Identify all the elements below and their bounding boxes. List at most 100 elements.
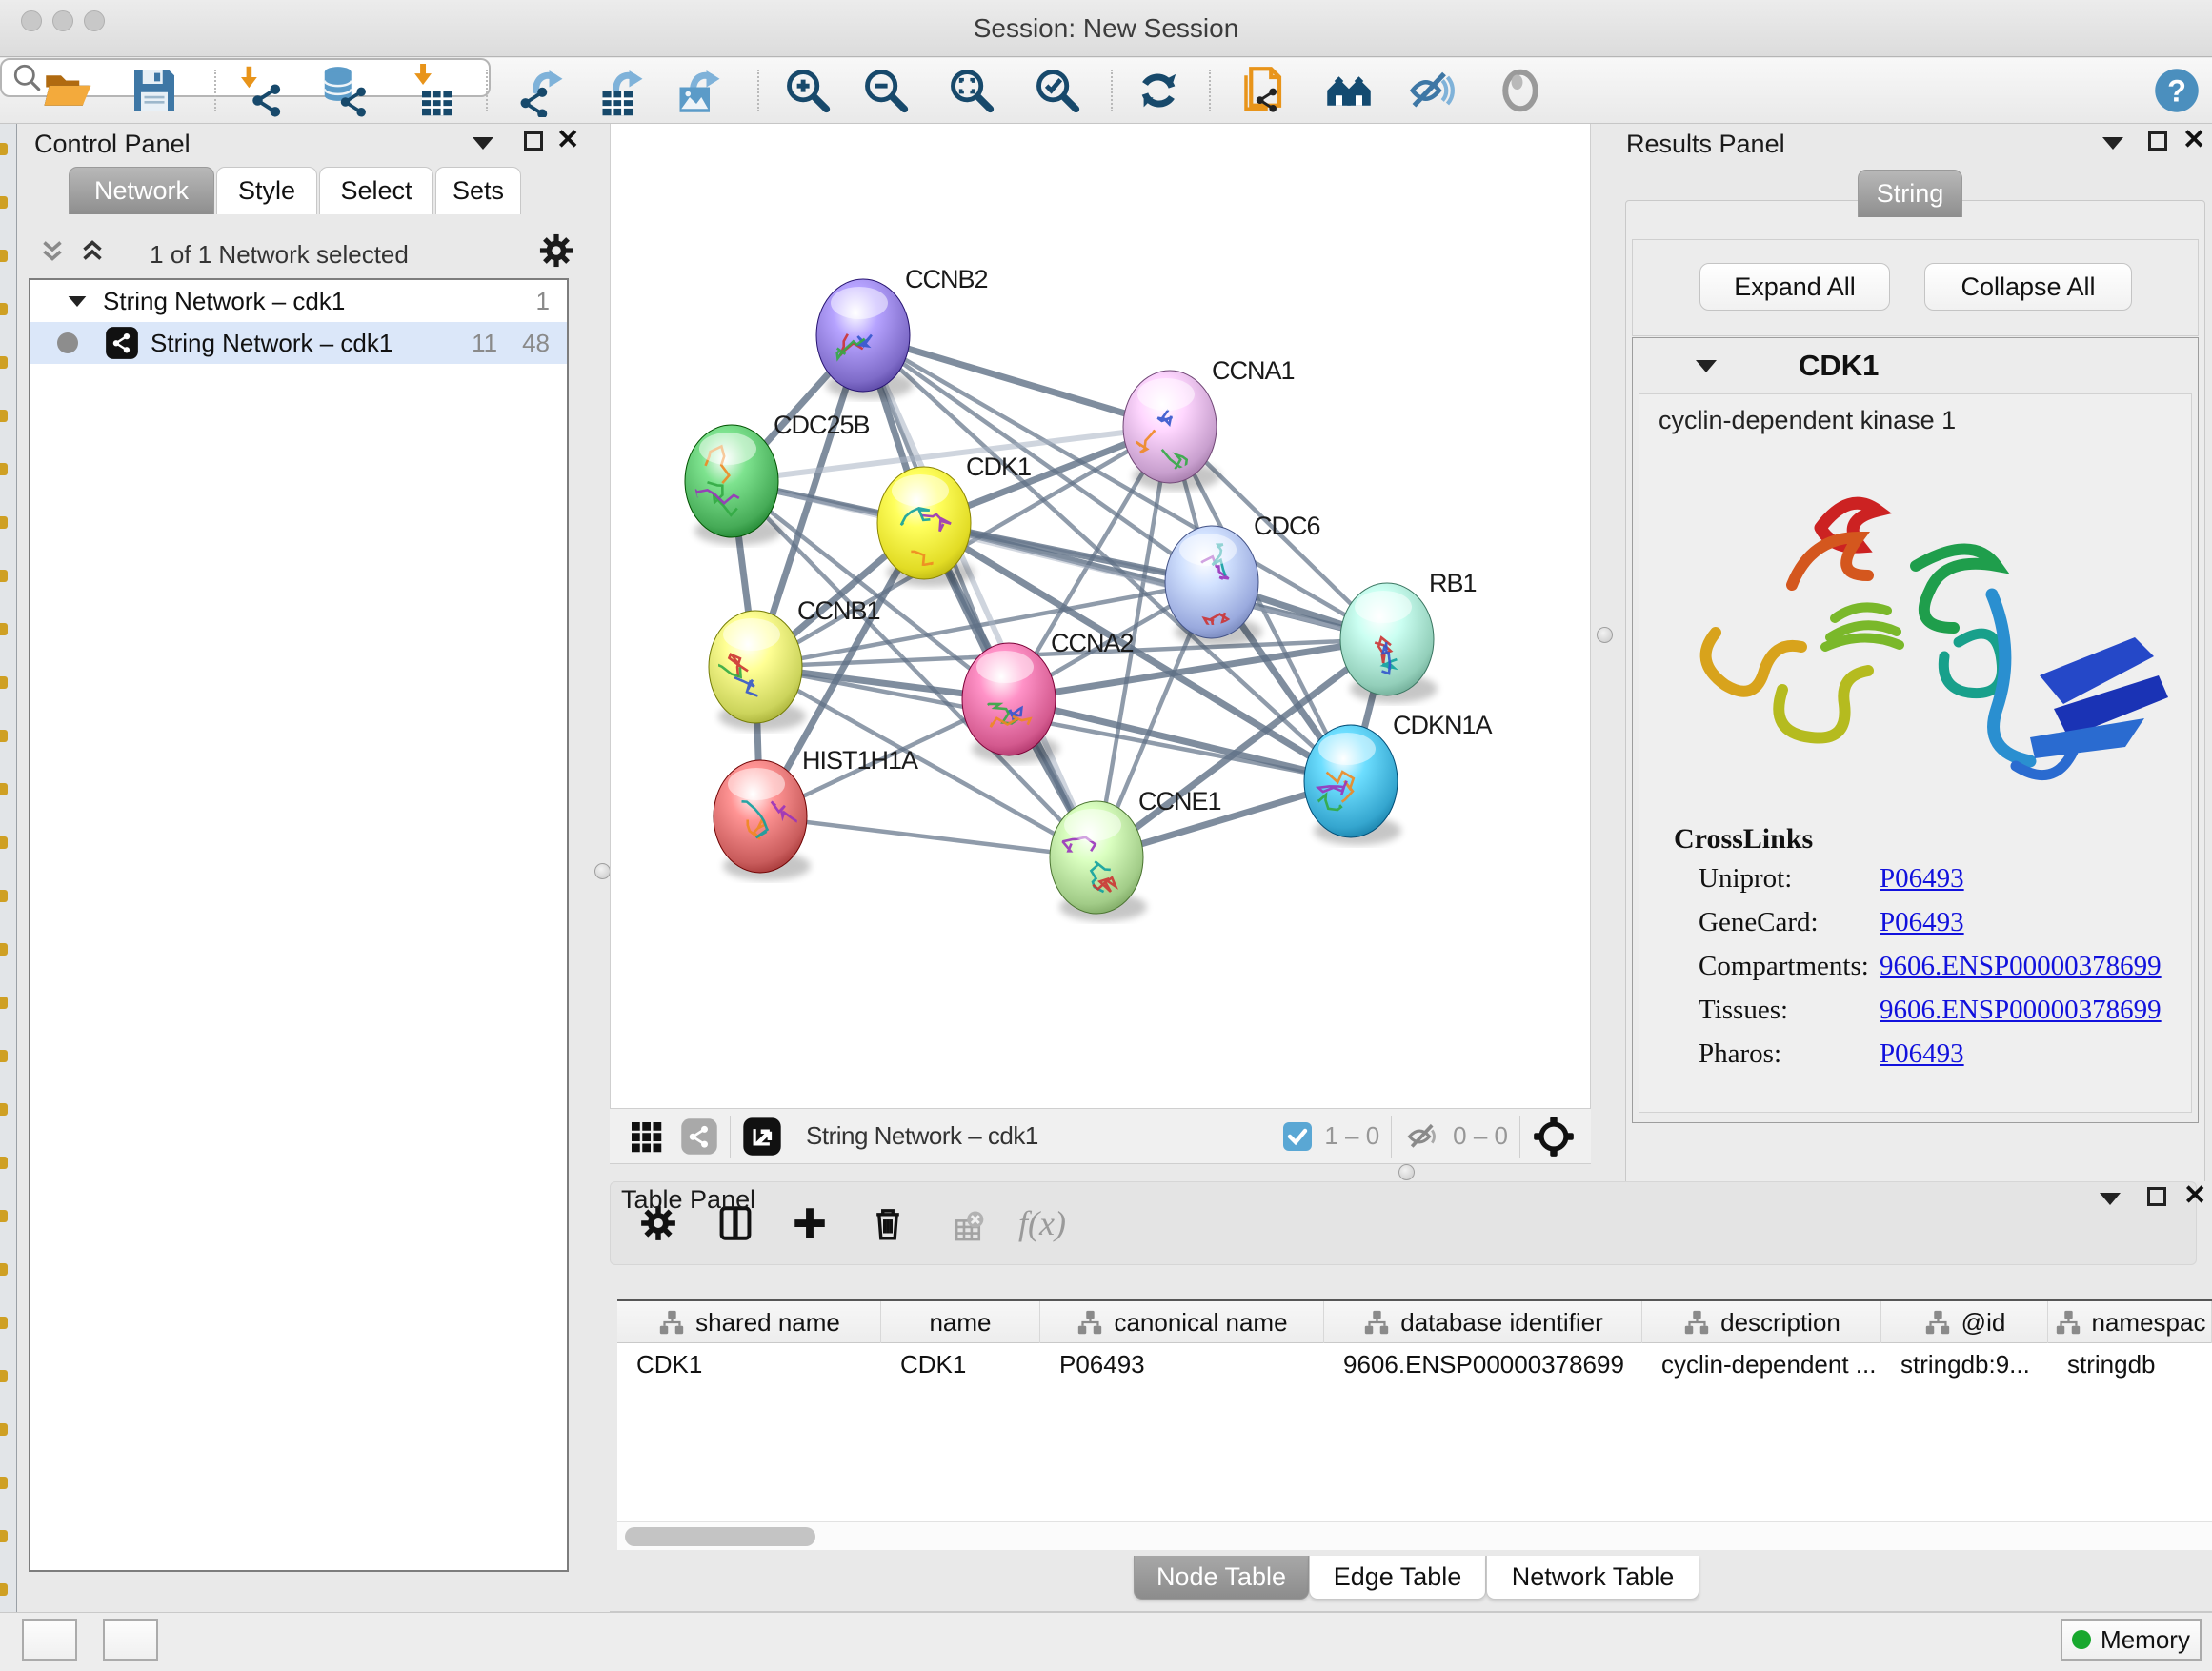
cloud-button[interactable] xyxy=(22,1619,77,1661)
share-gray-icon[interactable] xyxy=(680,1117,718,1156)
crosslink-link[interactable]: P06493 xyxy=(1880,907,1964,938)
node-RB1[interactable]: RB1 xyxy=(1340,569,1477,703)
gear-icon[interactable] xyxy=(536,231,576,271)
memory-button[interactable]: Memory xyxy=(2061,1619,2202,1661)
tab-sets[interactable]: Sets xyxy=(435,167,521,214)
tab-node-table[interactable]: Node Table xyxy=(1134,1556,1309,1600)
node-CDKN1A[interactable]: CDKN1A xyxy=(1304,711,1493,845)
background-icon-sliver xyxy=(0,783,8,795)
left-splitter-handle[interactable] xyxy=(594,863,611,879)
node-table[interactable]: shared namenamecanonical namedatabase id… xyxy=(617,1299,2212,1521)
collection-expand-icon[interactable] xyxy=(69,295,87,306)
column-header-database-identifier[interactable]: database identifier xyxy=(1324,1301,1642,1343)
expand-all-button[interactable]: Expand All xyxy=(1699,263,1890,311)
add-column-icon[interactable] xyxy=(790,1203,830,1243)
string-document-icon[interactable] xyxy=(1239,64,1293,117)
gene-section-header[interactable]: CDK1 xyxy=(1633,338,2198,393)
results-panel-float-icon[interactable] xyxy=(2148,131,2167,151)
grid-view-icon[interactable] xyxy=(627,1117,665,1156)
control-panel-float-icon[interactable] xyxy=(524,131,543,151)
column-header-shared-name[interactable]: shared name xyxy=(617,1301,881,1343)
control-panel-close-icon[interactable]: ✕ xyxy=(556,131,579,150)
import-network-file-icon[interactable] xyxy=(234,64,288,117)
tab-network-table[interactable]: Network Table xyxy=(1486,1556,1699,1600)
birdseye-toggle-icon[interactable] xyxy=(742,1117,782,1157)
scrollbar-thumb[interactable] xyxy=(625,1527,815,1546)
expand-all-chevron-icon[interactable] xyxy=(76,234,109,267)
zoom-selected-icon[interactable] xyxy=(1031,64,1084,117)
network-collection-row[interactable]: String Network – cdk1 1 xyxy=(30,280,567,322)
collapse-all-chevron-icon[interactable] xyxy=(36,234,69,267)
background-icon-sliver xyxy=(0,250,8,262)
results-panel-menu-icon[interactable] xyxy=(2102,137,2123,150)
gene-collapse-icon[interactable] xyxy=(1696,360,1717,372)
table-panel-close-icon[interactable]: ✕ xyxy=(2183,1186,2206,1205)
zoom-in-icon[interactable] xyxy=(781,64,835,117)
hidden-eye-icon[interactable] xyxy=(1403,1117,1443,1157)
string-results-container: Expand All Collapse All CDK1 cyclin-depe… xyxy=(1625,200,2205,1198)
hide-graphics-icon[interactable] xyxy=(1404,64,1458,117)
crosslink-link[interactable]: 9606.ENSP00000378699 xyxy=(1880,951,2162,982)
node-CDC6[interactable]: CDC6 xyxy=(1165,512,1320,646)
node-CCNA1[interactable]: CCNA1 xyxy=(1123,356,1295,491)
refresh-layout-icon[interactable] xyxy=(1132,64,1185,117)
column-header-canonical-name[interactable]: canonical name xyxy=(1040,1301,1324,1343)
table-horizontal-scrollbar[interactable] xyxy=(617,1521,2212,1550)
edge-CCNB2-CCNE1[interactable] xyxy=(863,335,1096,857)
table-panel-menu-icon[interactable] xyxy=(2100,1193,2121,1205)
export-table-icon[interactable] xyxy=(593,64,646,117)
table-cell[interactable]: CDK1 xyxy=(617,1345,881,1383)
collapse-all-button[interactable]: Collapse All xyxy=(1924,263,2132,311)
tab-edge-table[interactable]: Edge Table xyxy=(1309,1556,1486,1600)
string-network-graph[interactable]: CCNB2CCNA1CDC25BCDK1CDC6RB1CCNB1CCNA2CDK… xyxy=(611,124,1592,1108)
results-panel-close-icon[interactable]: ✕ xyxy=(2182,131,2205,150)
node-CDC25B[interactable]: CDC25B xyxy=(685,411,870,545)
horizontal-splitter-handle[interactable] xyxy=(1398,1164,1415,1180)
crosshair-icon[interactable] xyxy=(1532,1115,1576,1158)
tab-string[interactable]: String xyxy=(1858,170,1962,217)
table-cell[interactable]: P06493 xyxy=(1040,1345,1324,1383)
import-network-database-icon[interactable] xyxy=(316,64,370,117)
crosslink-link[interactable]: P06493 xyxy=(1880,1038,1964,1070)
tab-select[interactable]: Select xyxy=(319,167,433,214)
column-header-name[interactable]: name xyxy=(881,1301,1040,1343)
crosslink-link[interactable]: 9606.ENSP00000378699 xyxy=(1880,995,2162,1026)
right-splitter-handle[interactable] xyxy=(1597,627,1613,643)
network-canvas[interactable]: CCNB2CCNA1CDC25BCDK1CDC6RB1CCNB1CCNA2CDK… xyxy=(610,124,1591,1108)
export-image-icon[interactable] xyxy=(670,64,723,117)
node-HIST1H1A[interactable]: HIST1H1A xyxy=(714,746,918,880)
column-header-description[interactable]: description xyxy=(1642,1301,1881,1343)
background-icon-sliver xyxy=(0,463,8,475)
control-panel-menu-icon[interactable] xyxy=(473,137,493,150)
open-session-icon[interactable] xyxy=(41,64,94,117)
import-table-icon[interactable] xyxy=(402,64,455,117)
table-cell[interactable]: 9606.ENSP00000378699 xyxy=(1324,1345,1642,1383)
table-panel-float-icon[interactable] xyxy=(2147,1187,2166,1206)
zoom-fit-icon[interactable] xyxy=(945,64,998,117)
column-header--id[interactable]: @id xyxy=(1881,1301,2048,1343)
table-cell[interactable]: stringdb xyxy=(2048,1345,2212,1383)
tab-network[interactable]: Network xyxy=(69,167,214,214)
eye-disabled-icon[interactable] xyxy=(1494,64,1547,117)
warning-button[interactable] xyxy=(103,1619,158,1661)
footer-separator xyxy=(1391,1116,1392,1158)
node-CCNA2[interactable]: CCNA2 xyxy=(962,629,1134,763)
column-label: @id xyxy=(1961,1308,2006,1338)
trash-icon[interactable] xyxy=(868,1203,908,1243)
column-header-namespac[interactable]: namespac xyxy=(2048,1301,2212,1343)
crosslink-link[interactable]: P06493 xyxy=(1880,863,1964,895)
houses-icon[interactable] xyxy=(1322,64,1376,117)
save-session-icon[interactable] xyxy=(128,64,181,117)
export-network-icon[interactable] xyxy=(513,64,566,117)
table-cell[interactable]: CDK1 xyxy=(881,1345,1040,1383)
selected-checkbox-icon[interactable] xyxy=(1282,1121,1313,1152)
node-CCNE1[interactable]: CCNE1 xyxy=(1050,787,1221,921)
zoom-out-icon[interactable] xyxy=(859,64,913,117)
edge-CCNE1-HIST1H1A[interactable] xyxy=(760,816,1096,857)
help-icon[interactable]: ? xyxy=(2150,64,2203,117)
node-CCNB2[interactable]: CCNB2 xyxy=(816,265,988,399)
table-cell[interactable]: cyclin-dependent ... xyxy=(1642,1345,1881,1383)
table-cell[interactable]: stringdb:9... xyxy=(1881,1345,2048,1383)
network-row-selected[interactable]: String Network – cdk1 11 48 xyxy=(30,322,567,364)
tab-style[interactable]: Style xyxy=(216,167,317,214)
